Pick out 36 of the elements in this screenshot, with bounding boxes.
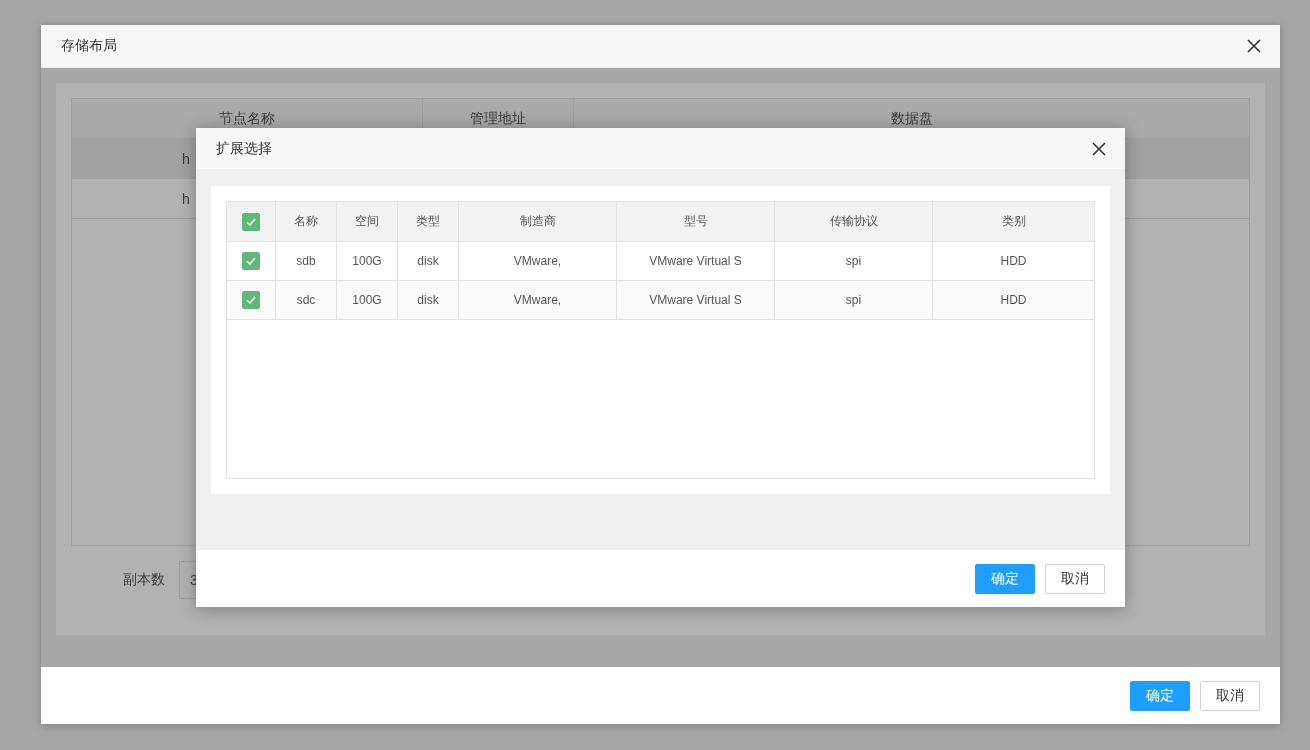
dialog-title: 扩展选择 (216, 139, 272, 158)
check-icon (245, 255, 257, 267)
table-cell: sdc (276, 281, 337, 319)
column-header: 传输协议 (775, 202, 933, 241)
table-cell: disk (398, 281, 459, 319)
column-header: 类型 (398, 202, 459, 241)
table-cell: VMware, (459, 281, 617, 319)
column-header: 制造商 (459, 202, 617, 241)
column-header: 型号 (617, 202, 775, 241)
confirm-button[interactable]: 确定 (975, 563, 1035, 594)
field-label: 副本数 (123, 571, 165, 589)
table-cell-text: HDD (999, 253, 1028, 270)
table-cell: VMware Virtual S (617, 281, 775, 319)
row-checkbox[interactable] (242, 252, 260, 270)
column-header: 数据盘 (889, 108, 934, 128)
cancel-button[interactable]: 取消 (1045, 563, 1105, 594)
confirm-button[interactable]: 确定 (1130, 680, 1190, 711)
table-cell: VMware, (459, 242, 617, 280)
table-cell-text: HDD (999, 292, 1028, 309)
close-icon[interactable] (1091, 140, 1107, 157)
check-icon (245, 294, 257, 306)
table-cell: 100G (337, 281, 398, 319)
table-cell: 100G (337, 242, 398, 280)
dialog-title: 存储布局 (61, 37, 117, 55)
column-header: 空间 (337, 202, 398, 241)
table-cell: VMware Virtual S (617, 242, 775, 280)
table-cell: disk (398, 242, 459, 280)
cancel-button[interactable]: 取消 (1200, 680, 1260, 711)
table-cell: spi (775, 242, 933, 280)
table-cell: sdb (276, 242, 337, 280)
table-cell: spi (775, 281, 933, 319)
column-header: 类别 (1000, 213, 1027, 230)
select-all-checkbox[interactable] (242, 212, 260, 231)
column-header: 名称 (276, 202, 337, 241)
close-icon[interactable] (1246, 38, 1262, 54)
row-checkbox[interactable] (242, 291, 260, 309)
